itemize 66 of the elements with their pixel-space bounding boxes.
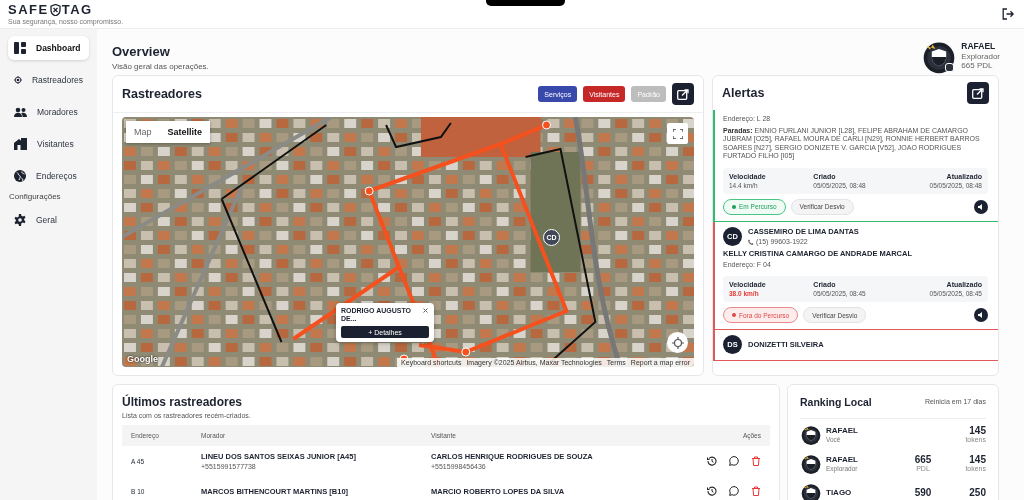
- chat-button[interactable]: [729, 486, 739, 496]
- card-title: Alertas: [722, 86, 765, 100]
- user-name: RAFAEL: [826, 425, 859, 435]
- buildings-icon: [14, 138, 27, 150]
- globe-icon: [14, 170, 26, 182]
- speaker-icon: [978, 312, 984, 318]
- trash-icon: [751, 456, 761, 466]
- logo-text: TAG: [61, 3, 93, 16]
- close-icon[interactable]: [422, 307, 429, 314]
- user-name: TIAGO: [826, 488, 853, 497]
- speaker-icon: [978, 203, 984, 210]
- badge-icon: [945, 63, 955, 72]
- export-icon: [677, 88, 689, 100]
- user-points: 665 PDL: [961, 61, 994, 71]
- export-icon: [972, 87, 984, 99]
- dashboard-icon: [14, 42, 26, 54]
- sidebar-item[interactable]: Rastreadores: [8, 68, 89, 92]
- people-icon: [14, 106, 27, 118]
- fullscreen-button[interactable]: [667, 123, 688, 144]
- chat-icon: [729, 456, 739, 466]
- user-avatar: [800, 452, 822, 475]
- section-label: Configurações: [9, 192, 62, 201]
- user-name: RAFAEL: [961, 42, 997, 52]
- chat-button[interactable]: [729, 456, 739, 466]
- history-icon: [707, 456, 717, 466]
- tokens-value: 145: [969, 454, 986, 464]
- user-avatar: [800, 423, 822, 446]
- delete-button[interactable]: [751, 456, 761, 466]
- logo-text: SAFE: [8, 3, 49, 16]
- page-title: Overview: [112, 44, 171, 59]
- card-title: Ranking Local: [800, 395, 872, 408]
- history-button[interactable]: [707, 486, 717, 496]
- sidebar-item[interactable]: Endereços: [8, 164, 89, 188]
- map-type-tab[interactable]: Map: [126, 121, 160, 143]
- user-name: RAFAEL: [826, 454, 859, 464]
- card-title: Rastreadores: [122, 87, 202, 101]
- map-type-tab[interactable]: Satellite: [159, 121, 211, 143]
- tokens-value: 145: [969, 425, 986, 435]
- user-rank: Explorador: [961, 51, 1000, 61]
- crosshair-icon: [671, 336, 684, 349]
- action-button[interactable]: [974, 308, 988, 322]
- target-icon: [14, 74, 22, 86]
- export-button[interactable]: [967, 82, 989, 104]
- action-button[interactable]: [974, 199, 988, 214]
- phone-icon: [748, 238, 754, 245]
- trash-icon: [751, 486, 761, 496]
- settings-icon: [14, 214, 26, 226]
- logout-icon: [1002, 8, 1014, 20]
- points-value: 590: [914, 488, 932, 497]
- sidebar-item[interactable]: Geral: [8, 208, 89, 232]
- page-subtitle: Visão geral das operações.: [112, 62, 209, 71]
- sidebar-item[interactable]: Moradores: [8, 100, 89, 124]
- shield-logo-icon: [49, 3, 61, 16]
- sidebar-item[interactable]: Visitantes: [8, 132, 89, 156]
- history-button[interactable]: [707, 456, 717, 466]
- map-brand: Google: [127, 354, 158, 364]
- history-icon: [707, 486, 717, 496]
- chat-icon: [729, 486, 739, 496]
- delete-button[interactable]: [751, 486, 761, 496]
- points-value: 665: [914, 454, 932, 464]
- sidebar-item[interactable]: Dashboard: [8, 36, 89, 60]
- export-button[interactable]: [672, 83, 694, 105]
- card-title: Últimos rastreadores: [122, 395, 244, 409]
- tokens-value: 250: [969, 488, 986, 497]
- fullscreen-icon: [672, 128, 683, 139]
- logout-button[interactable]: [1002, 8, 1014, 20]
